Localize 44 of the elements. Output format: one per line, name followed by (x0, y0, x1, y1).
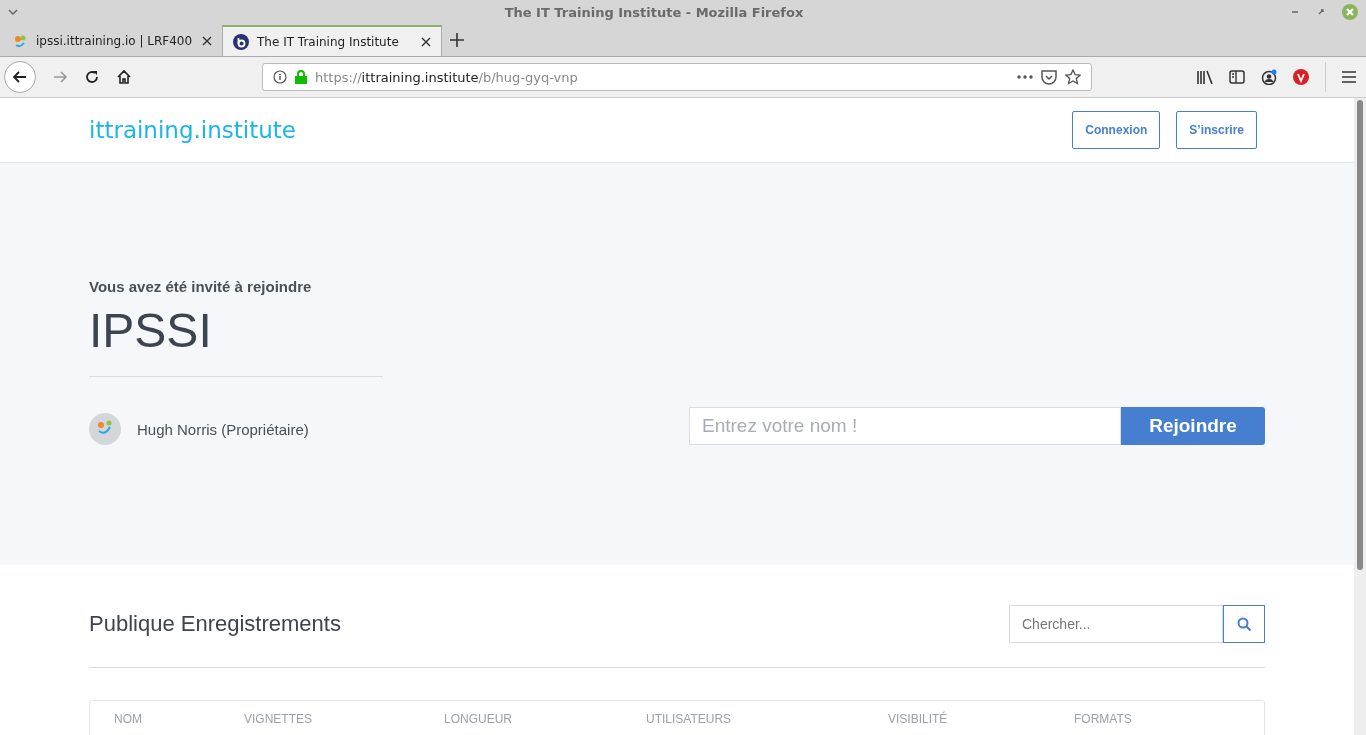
column-header: VISIBILITÉ (888, 712, 949, 726)
vpn-extension-icon[interactable] (1293, 69, 1309, 85)
padlock-icon (295, 70, 307, 84)
join-button[interactable]: Rejoindre (1121, 407, 1265, 445)
site-logo[interactable]: ittraining.institute (89, 117, 296, 143)
column-header: UTILISATEURS (646, 712, 733, 726)
column-header: VIGNETTES (244, 712, 313, 726)
owner-avatar-icon (89, 413, 121, 445)
browser-tab[interactable]: The IT Training Institute (222, 25, 442, 56)
header-button[interactable]: S’inscrire (1176, 111, 1257, 149)
new-tab-icon[interactable] (450, 33, 464, 47)
column-header: NOM (114, 712, 143, 726)
pocket-icon[interactable] (1041, 69, 1057, 85)
section-title: Publique Enregistrements (89, 611, 341, 637)
reload-icon[interactable] (84, 69, 100, 85)
column-header: FORMATS (1074, 712, 1133, 726)
account-icon[interactable] (1261, 69, 1277, 85)
back-arrow-icon (12, 69, 28, 85)
url-text: https://ittraining.institute/b/hug-gyq-vnp (315, 69, 579, 85)
invite-text: Vous avez été invité à rejoindre (89, 278, 313, 295)
menu-icon[interactable] (1342, 71, 1356, 83)
search-field[interactable]: Chercher... (1009, 605, 1223, 643)
owner-name: Hugh Norris (Propriétaire) (137, 420, 309, 438)
restore-icon[interactable] (1316, 7, 1326, 17)
library-icon[interactable] (1197, 70, 1213, 84)
b-logo-icon (233, 33, 249, 50)
sidebar-icon[interactable] (1229, 70, 1245, 84)
close-icon[interactable] (421, 36, 431, 47)
window-menu-icon[interactable] (8, 9, 18, 15)
star-icon[interactable] (1065, 69, 1081, 85)
info-icon[interactable] (273, 70, 287, 84)
home-icon[interactable] (116, 69, 132, 85)
close-icon[interactable] (202, 35, 212, 46)
search-button[interactable] (1223, 605, 1265, 643)
address-bar[interactable]: https://ittraining.institute/b/hug-gyq-vnp (262, 63, 1092, 91)
back-button[interactable] (4, 61, 36, 93)
name-input[interactable]: Entrez votre nom ! (689, 407, 1121, 445)
header-button[interactable]: Connexion (1072, 111, 1161, 149)
more-icon[interactable] (1017, 75, 1033, 79)
search-icon (1236, 616, 1252, 632)
browser-tab[interactable]: ipssi.ittraining.io | LRF400 (2, 25, 222, 56)
room-name: IPSSI (89, 303, 213, 358)
window-title: The IT Training Institute - Mozilla Firefox (503, 4, 805, 20)
column-header: LONGUEUR (444, 712, 513, 726)
